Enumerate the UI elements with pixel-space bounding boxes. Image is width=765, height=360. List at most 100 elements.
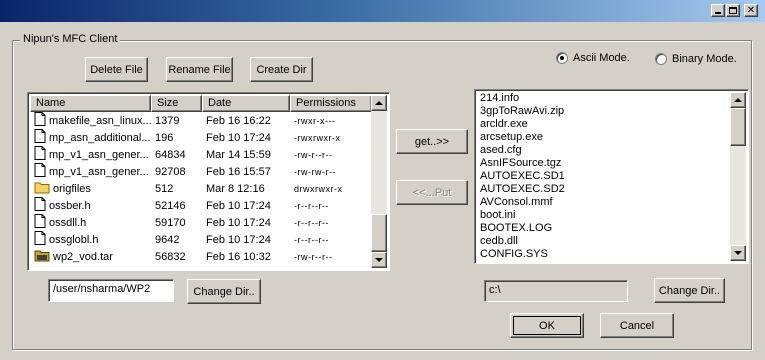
permissions-cell: -r--r--r--	[294, 234, 329, 245]
name-cell: mp_v1_asn_gener...	[30, 146, 151, 163]
rename-file-button[interactable]: Rename File	[166, 57, 233, 82]
delete-file-button[interactable]: Delete File	[85, 57, 148, 82]
file-icon	[34, 129, 46, 146]
list-item[interactable]: arcsetup.exe	[480, 131, 543, 143]
permissions-cell: -r--r--r--	[294, 217, 329, 228]
local-list-scrollbar[interactable]	[730, 92, 746, 261]
create-dir-button[interactable]: Create Dir	[250, 57, 313, 82]
scroll-thumb[interactable]	[371, 214, 387, 252]
permissions-cell: -rw-rw-r--	[294, 166, 336, 177]
scroll-thumb[interactable]	[730, 108, 746, 146]
size-cell: 1379	[155, 114, 180, 127]
table-row[interactable]: mp_asn_additional... 196 Feb 10 17:24 -rwxr…	[30, 129, 372, 146]
scroll-down-button[interactable]	[730, 245, 746, 261]
list-item[interactable]: arcldr.exe	[480, 118, 528, 130]
list-item[interactable]: ased.cfg	[480, 144, 522, 156]
list-item[interactable]: cedb.dll	[480, 235, 518, 247]
name-cell: mp_v1_asn_gener...	[30, 163, 151, 180]
maximize-button[interactable]	[726, 4, 740, 17]
permissions-cell: -rw-r--r--	[294, 251, 333, 262]
size-cell: 196	[155, 131, 174, 144]
table-row[interactable]: ossber.h 52146 Feb 10 17:24 -r--r--r--	[30, 197, 372, 214]
remote-file-list[interactable]: Name Size Date Permissions makefile_asn_…	[27, 92, 390, 271]
close-icon: ✕	[746, 5, 756, 16]
date-cell: Feb 16 10:32	[206, 250, 271, 263]
local-change-dir-button[interactable]: Change Dir..	[654, 278, 725, 303]
date-cell: Feb 10 17:24	[206, 233, 271, 246]
file-name: mp_v1_asn_gener...	[49, 148, 149, 161]
size-cell: 9642	[155, 233, 180, 246]
list-item[interactable]: 3gpToRawAvi.zip	[480, 105, 564, 117]
name-cell: makefile_asn_linux...	[30, 112, 151, 129]
remote-path-field[interactable]: /user/nsharma/WP2	[48, 279, 174, 302]
file-name: origfiles	[53, 182, 91, 195]
ascii-mode-label: Ascii Mode.	[573, 52, 630, 64]
get-button[interactable]: get..>>	[396, 129, 468, 154]
list-item[interactable]: BOOTEX.LOG	[480, 222, 552, 234]
minimize-icon	[715, 12, 721, 14]
file-icon	[34, 214, 46, 231]
table-row[interactable]: origfiles 512 Mar 8 12:16 drwxrwxr-x	[30, 180, 372, 197]
table-row[interactable]: wp2_vod.tar 56832 Feb 16 10:32 -rw-r--r--	[30, 248, 372, 265]
size-cell: 64834	[155, 148, 186, 161]
minimize-button[interactable]	[711, 4, 725, 17]
date-cell: Mar 8 12:16	[206, 182, 265, 195]
ascii-mode-radio[interactable]: Ascii Mode.	[556, 52, 630, 64]
binary-mode-radio[interactable]: Binary Mode.	[655, 53, 737, 65]
scroll-up-button[interactable]	[730, 92, 746, 108]
cancel-button[interactable]: Cancel	[600, 313, 674, 338]
name-cell: ossdll.h	[30, 214, 151, 231]
local-path-value: c:\	[489, 284, 501, 296]
arrow-up-icon	[734, 98, 742, 102]
column-header-size[interactable]: Size	[151, 95, 202, 112]
put-button[interactable]: <<...Put	[396, 180, 468, 205]
file-icon	[34, 197, 46, 214]
column-header-name[interactable]: Name	[30, 95, 151, 112]
column-header-permissions[interactable]: Permissions	[290, 95, 372, 112]
title-bar[interactable]: ✕	[0, 0, 765, 22]
close-button[interactable]: ✕	[744, 4, 758, 17]
file-icon	[34, 231, 46, 248]
table-row[interactable]: ossdll.h 59170 Feb 10 17:24 -r--r--r--	[30, 214, 372, 231]
size-cell: 56832	[155, 250, 186, 263]
list-item[interactable]: AVConsol.mmf	[480, 196, 553, 208]
date-cell: Feb 10 17:24	[206, 216, 271, 229]
binary-mode-label: Binary Mode.	[672, 53, 737, 65]
table-row[interactable]: mp_v1_asn_gener... 64834 Mar 14 15:59 -rw-r…	[30, 146, 372, 163]
permissions-cell: -rwxrwxr-x	[294, 132, 341, 143]
table-row[interactable]: makefile_asn_linux... 1379 Feb 16 16:22 -rw…	[30, 112, 372, 129]
archive-icon	[34, 248, 50, 265]
list-item[interactable]: CONFIG.SYS	[480, 248, 548, 260]
remote-list-header: Name Size Date Permissions	[30, 95, 372, 112]
arrow-down-icon	[734, 251, 742, 255]
remote-list-scrollbar[interactable]	[371, 95, 387, 268]
list-item[interactable]: AUTOEXEC.SD1	[480, 170, 565, 182]
permissions-cell: -r--r--r--	[294, 200, 329, 211]
size-cell: 92708	[155, 165, 186, 178]
list-item[interactable]: AsnIFSource.tgz	[480, 157, 561, 169]
scroll-up-button[interactable]	[371, 95, 387, 111]
local-file-list[interactable]: 214.info 3gpToRawAvi.zip arcldr.exe arcsetu…	[474, 89, 749, 264]
remote-path-value: /user/nsharma/WP2	[53, 283, 151, 295]
group-label: Nipun's MFC Client	[20, 33, 121, 45]
remote-change-dir-button[interactable]: Change Dir..	[187, 279, 261, 304]
table-row[interactable]: mp_v1_asn_gener... 92708 Feb 16 15:57 -rw-r…	[30, 163, 372, 180]
list-item[interactable]: boot.ini	[480, 209, 515, 221]
name-cell: ossglobl.h	[30, 231, 151, 248]
local-path-field[interactable]: c:\	[484, 280, 628, 302]
file-name: wp2_vod.tar	[53, 250, 113, 263]
permissions-cell: -rwxr-x---	[294, 115, 336, 126]
scroll-down-button[interactable]	[371, 252, 387, 268]
ok-button[interactable]: OK	[510, 313, 584, 338]
name-cell: mp_asn_additional...	[30, 129, 151, 146]
radio-unchecked-icon	[655, 53, 667, 65]
size-cell: 52146	[155, 199, 186, 212]
file-name: ossdll.h	[49, 216, 87, 229]
arrow-down-icon	[375, 258, 383, 262]
column-header-date[interactable]: Date	[202, 95, 290, 112]
list-item[interactable]: 214.info	[480, 92, 519, 104]
file-name: mp_v1_asn_gener...	[49, 165, 149, 178]
list-item[interactable]: AUTOEXEC.SD2	[480, 183, 565, 195]
file-icon	[34, 163, 46, 180]
table-row[interactable]: ossglobl.h 9642 Feb 10 17:24 -r--r--r--	[30, 231, 372, 248]
